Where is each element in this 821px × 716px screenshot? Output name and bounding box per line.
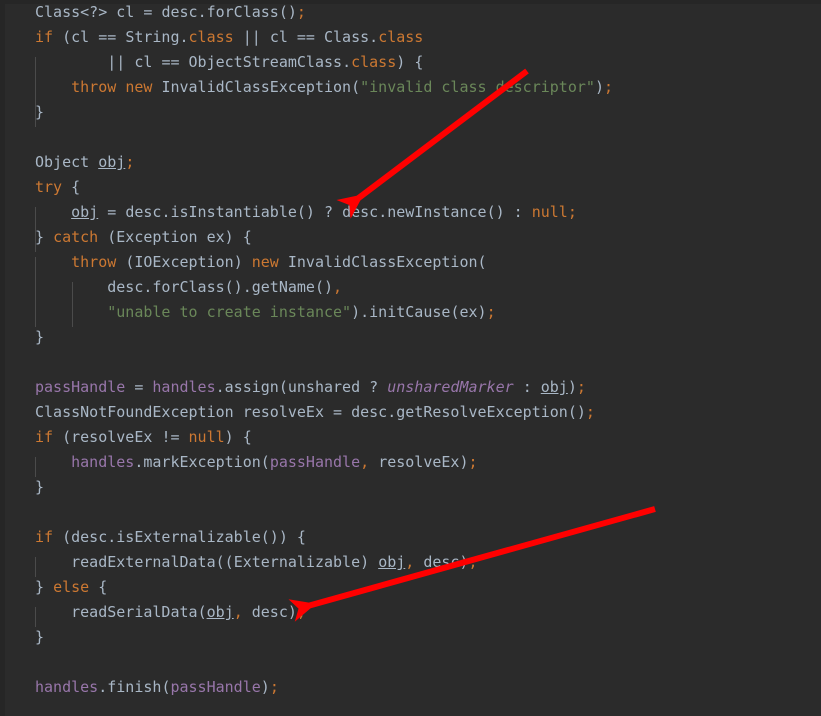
code-line[interactable]: try {: [0, 175, 80, 200]
code-line[interactable]: throw new InvalidClassException("invalid…: [0, 75, 613, 100]
code-line[interactable]: Class<?> cl = desc.forClass();: [0, 0, 306, 25]
code-line[interactable]: Object obj;: [0, 150, 134, 175]
code-line[interactable]: if (desc.isExternalizable()) {: [0, 525, 306, 550]
code-line[interactable]: handles.markException(passHandle, resolv…: [0, 450, 477, 475]
code-line[interactable]: desc.forClass().getName(),: [0, 275, 342, 300]
code-area[interactable]: Class<?> cl = desc.forClass(); if (cl ==…: [0, 0, 821, 716]
code-line[interactable]: "unable to create instance").initCause(e…: [0, 300, 495, 325]
code-line[interactable]: }: [0, 100, 44, 125]
code-line[interactable]: }: [0, 325, 44, 350]
code-line[interactable]: } catch (Exception ex) {: [0, 225, 252, 250]
code-line[interactable]: readSerialData(obj, desc);: [0, 600, 306, 625]
code-line[interactable]: }: [0, 625, 44, 650]
code-line[interactable]: passHandle = handles.assign(unshared ? u…: [0, 375, 586, 400]
code-line[interactable]: handles.finish(passHandle);: [0, 675, 279, 700]
code-line[interactable]: || cl == ObjectStreamClass.class) {: [0, 50, 423, 75]
code-line[interactable]: ClassNotFoundException resolveEx = desc.…: [0, 400, 595, 425]
code-editor-screenshot: Class<?> cl = desc.forClass(); if (cl ==…: [0, 0, 821, 716]
code-line[interactable]: obj = desc.isInstantiable() ? desc.newIn…: [0, 200, 577, 225]
code-line[interactable]: if (cl == String.class || cl == Class.cl…: [0, 25, 423, 50]
code-line[interactable]: } else {: [0, 575, 107, 600]
code-line[interactable]: }: [0, 475, 44, 500]
code-line[interactable]: readExternalData((Externalizable) obj, d…: [0, 550, 477, 575]
code-line[interactable]: if (resolveEx != null) {: [0, 425, 252, 450]
code-line[interactable]: throw (IOException) new InvalidClassExce…: [0, 250, 486, 275]
